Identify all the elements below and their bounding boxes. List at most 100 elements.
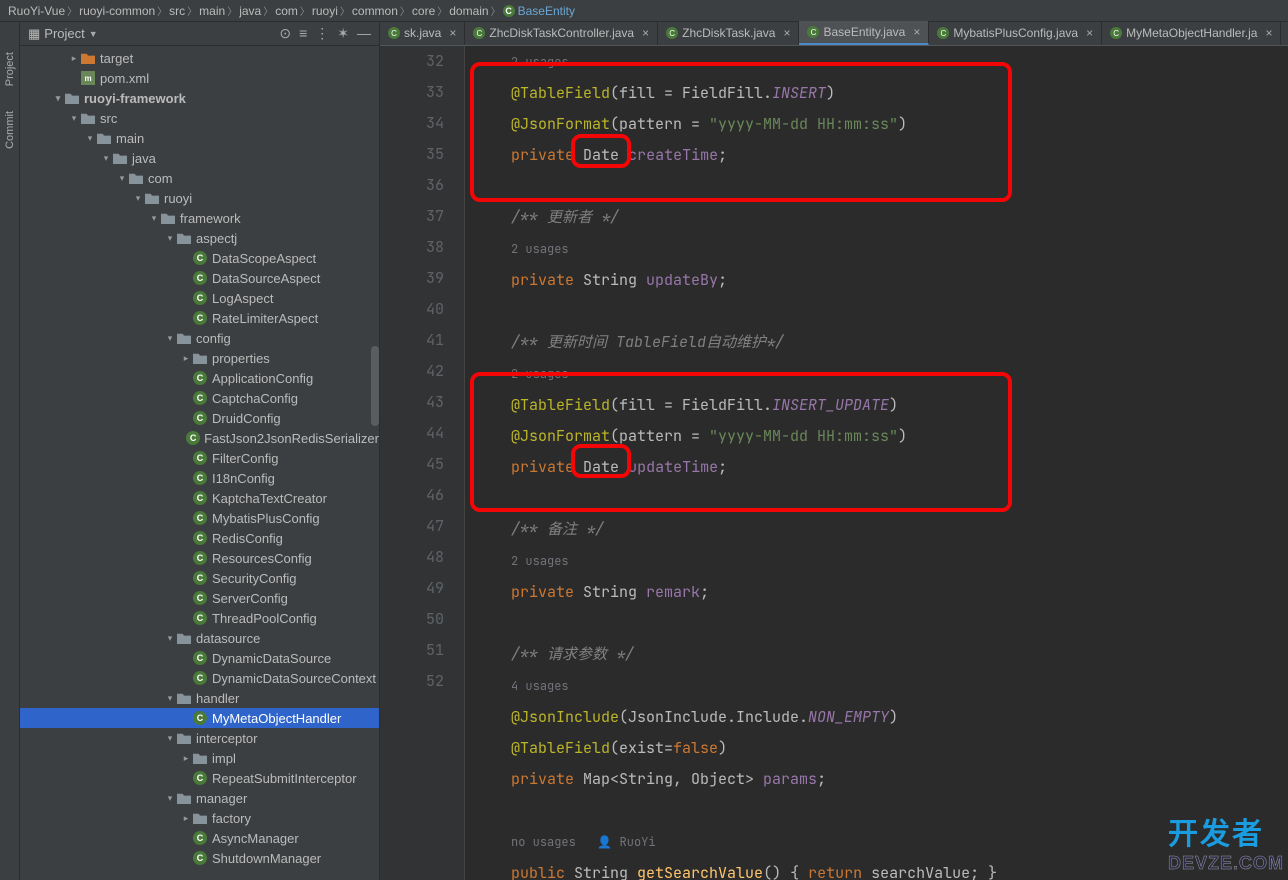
code-line[interactable]: public String getSearchValue() { return … [475,858,1288,880]
code-line[interactable]: /** 请求参数 */ [475,639,1288,670]
tree-item[interactable]: RateLimiterAspect [20,308,379,328]
tree-item[interactable]: ▾src [20,108,379,128]
code-line[interactable]: @JsonInclude(JsonInclude.Include.NON_EMP… [475,702,1288,733]
settings-icon[interactable]: ✶ [337,25,349,42]
close-icon[interactable]: × [642,26,649,40]
tree-item[interactable]: FilterConfig [20,448,379,468]
breadcrumb-item[interactable]: BaseEntity [503,4,575,18]
code-line[interactable]: private String remark; [475,577,1288,608]
tree-item[interactable]: DynamicDataSourceContext [20,668,379,688]
tree-item[interactable]: ▾com [20,168,379,188]
hide-icon[interactable]: — [357,25,371,42]
tree-item[interactable]: ▸impl [20,748,379,768]
code-line[interactable]: @JsonFormat(pattern = "yyyy-MM-dd HH:mm:… [475,109,1288,140]
tree-item[interactable]: ▾aspectj [20,228,379,248]
code-line[interactable]: @TableField(fill = FieldFill.INSERT) [475,78,1288,109]
code-line[interactable]: /** 备注 */ [475,514,1288,545]
tree-item[interactable]: FastJson2JsonRedisSerializer [20,428,379,448]
tree-item[interactable]: ▸factory [20,808,379,828]
tree-item[interactable]: DataScopeAspect [20,248,379,268]
tree-item[interactable]: ▾handler [20,688,379,708]
editor-tab[interactable]: CMyMetaObjectHandler.ja× [1102,21,1281,45]
tree-item[interactable]: ▾ruoyi [20,188,379,208]
close-icon[interactable]: × [783,26,790,40]
scrollbar-thumb[interactable] [371,346,379,426]
tree-item[interactable]: ThreadPoolConfig [20,608,379,628]
tree-item[interactable]: DataSourceAspect [20,268,379,288]
tree-item[interactable]: ▾main [20,128,379,148]
tree-item[interactable]: KaptchaTextCreator [20,488,379,508]
code-line[interactable]: 2 usages [475,233,1288,265]
code-line[interactable] [475,483,1288,514]
tree-item[interactable]: AsyncManager [20,828,379,848]
breadcrumb-item[interactable]: RuoYi-Vue [8,4,65,18]
tree-item[interactable]: MybatisPlusConfig [20,508,379,528]
tree-item[interactable]: LogAspect [20,288,379,308]
code-line[interactable]: no usages 👤 RuoYi [475,826,1288,858]
tree-item[interactable]: ▸target [20,48,379,68]
code-line[interactable]: @TableField(fill = FieldFill.INSERT_UPDA… [475,390,1288,421]
breadcrumb-item[interactable]: common [352,4,398,18]
code[interactable]: 2 usages @TableField(fill = FieldFill.IN… [465,46,1288,880]
editor-tab[interactable]: CBaseEntity.java× [799,21,929,45]
tree-item[interactable]: RepeatSubmitInterceptor [20,768,379,788]
collapse-icon[interactable]: ⋮ [315,25,329,42]
close-icon[interactable]: × [1086,26,1093,40]
code-line[interactable]: 2 usages [475,46,1288,78]
tree-item[interactable]: ▾datasource [20,628,379,648]
breadcrumb-item[interactable]: src [169,4,185,18]
code-line[interactable] [475,171,1288,202]
tree-item[interactable]: ▾config [20,328,379,348]
code-line[interactable]: 4 usages [475,670,1288,702]
expand-icon[interactable]: ≡ [299,25,307,42]
breadcrumb-item[interactable]: domain [449,4,488,18]
breadcrumb-item[interactable]: core [412,4,435,18]
code-line[interactable]: 2 usages [475,545,1288,577]
code-line[interactable]: private String updateBy; [475,265,1288,296]
tree-item[interactable]: ▾ruoyi-framework [20,88,379,108]
breadcrumb-item[interactable]: ruoyi [312,4,338,18]
tree-item[interactable]: ApplicationConfig [20,368,379,388]
editor-tab[interactable]: CZhcDiskTaskController.java× [465,21,658,45]
tree-item[interactable]: CaptchaConfig [20,388,379,408]
tree-item[interactable]: ▾framework [20,208,379,228]
tree-item[interactable]: DruidConfig [20,408,379,428]
breadcrumb-item[interactable]: ruoyi-common [79,4,155,18]
code-line[interactable]: private Date createTime; [475,140,1288,171]
close-icon[interactable]: × [449,26,456,40]
code-line[interactable]: private Map<String, Object> params; [475,764,1288,795]
tree-item[interactable]: ServerConfig [20,588,379,608]
code-line[interactable]: @JsonFormat(pattern = "yyyy-MM-dd HH:mm:… [475,421,1288,452]
code-line[interactable]: private Date updateTime; [475,452,1288,483]
tree-item[interactable]: ▾java [20,148,379,168]
tree-item[interactable]: pom.xml [20,68,379,88]
breadcrumb-item[interactable]: com [275,4,298,18]
tree-item[interactable]: ResourcesConfig [20,548,379,568]
breadcrumb-item[interactable]: java [239,4,261,18]
editor-body[interactable]: 3233343536373839404142434445464748495051… [380,46,1288,880]
code-line[interactable] [475,608,1288,639]
editor-tab[interactable]: CMybatisPlusConfig.java× [929,21,1102,45]
tree-item[interactable]: ▾interceptor [20,728,379,748]
chevron-down-icon[interactable]: ▼ [89,29,98,39]
breadcrumb-item[interactable]: main [199,4,225,18]
close-icon[interactable]: × [1265,26,1272,40]
editor-tab[interactable]: CZhcDiskTask.java× [658,21,799,45]
code-line[interactable]: /** 更新者 */ [475,202,1288,233]
tree-item[interactable]: RedisConfig [20,528,379,548]
tree-item[interactable]: ShutdownManager [20,848,379,868]
tree-item[interactable]: SecurityConfig [20,568,379,588]
editor-tab[interactable]: Csk.java× [380,21,465,45]
code-line[interactable] [475,296,1288,327]
tree-item[interactable]: MyMetaObjectHandler [20,708,379,728]
code-line[interactable]: @TableField(exist=false) [475,733,1288,764]
tree-item[interactable]: I18nConfig [20,468,379,488]
close-icon[interactable]: × [913,25,920,39]
tree-item[interactable]: ▾manager [20,788,379,808]
code-line[interactable] [475,795,1288,826]
code-line[interactable]: 2 usages [475,358,1288,390]
toolwindow-project[interactable]: Project [4,52,16,86]
tree-item[interactable]: ▸properties [20,348,379,368]
select-opened-icon[interactable]: ⊙ [279,25,291,42]
tree-item[interactable]: DynamicDataSource [20,648,379,668]
